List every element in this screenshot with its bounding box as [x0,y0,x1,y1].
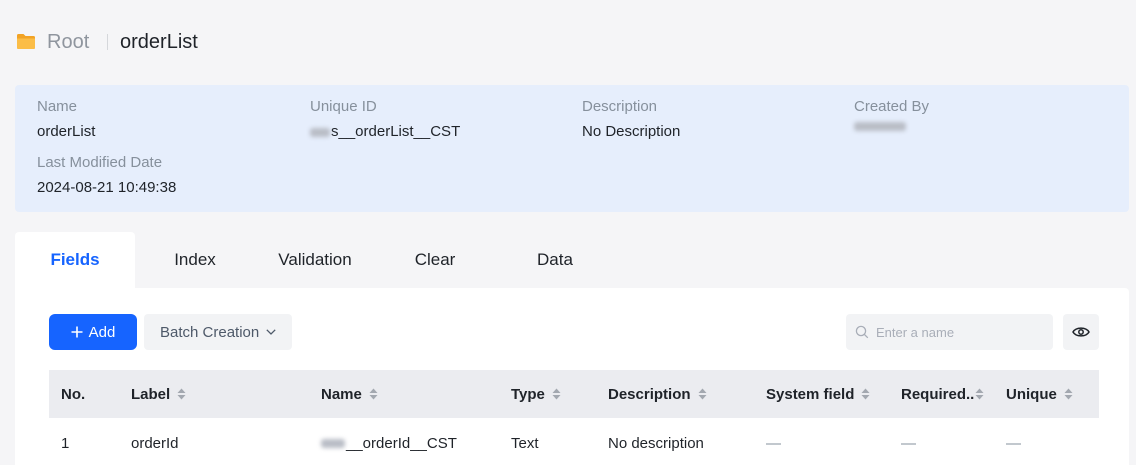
column-header-text: Label [131,385,171,403]
row-name: __orderId__CST [321,418,457,465]
tab-validation[interactable]: Validation [255,232,375,288]
eye-icon [1072,326,1090,338]
search-box [846,314,1053,350]
row-description: No description [608,434,704,452]
last-modified-value: 2024-08-21 10:49:38 [37,179,177,196]
plus-icon [71,326,83,338]
sort-icon[interactable] [552,388,561,400]
column-header-description[interactable]: Description [608,370,707,418]
column-header-name[interactable]: Name [321,370,378,418]
unique-id-value: s__orderList__CST [310,122,460,142]
row-unique: — [1006,434,1021,452]
tab-data[interactable]: Data [495,232,615,288]
redacted-text [310,127,330,137]
add-button-label: Add [88,323,116,341]
row-type: Text [511,434,539,452]
sort-icon[interactable] [698,388,707,400]
chevron-down-icon [266,329,276,335]
column-header-required[interactable]: Required.. [901,370,984,418]
tab-index[interactable]: Index [135,232,255,288]
breadcrumb-root[interactable]: Root [47,29,89,55]
column-header-text: Name [321,385,362,403]
name-value: orderList [37,123,96,140]
unique-id-text: s__orderList__CST [331,123,461,140]
fields-panel: Add Batch Creation No. Label Name [15,288,1129,465]
sort-icon[interactable] [1064,388,1073,400]
column-header-system-field[interactable]: System field [766,370,870,418]
table-header: No. Label Name Type Description System f… [49,370,1099,418]
description-value: No Description [582,123,681,140]
column-header-text: Description [608,385,691,403]
breadcrumb: Root orderList [0,0,260,70]
column-visibility-button[interactable] [1063,314,1099,350]
batch-creation-button[interactable]: Batch Creation [144,314,292,350]
created-by-label: Created By [854,98,930,115]
redacted-text [854,122,906,131]
sort-icon[interactable] [861,388,870,400]
table-row[interactable]: 1 orderId __orderId__CST Text No descrip… [49,418,1099,465]
tab-bar: Fields Index Validation Clear Data [15,232,615,288]
description-label: Description [582,98,658,115]
breadcrumb-divider [107,34,108,50]
column-header-text: Type [511,385,545,403]
folder-icon [16,33,36,50]
add-button[interactable]: Add [49,314,137,350]
row-name-text: __orderId__CST [346,434,457,452]
tab-clear[interactable]: Clear [375,232,495,288]
sort-icon[interactable] [369,388,378,400]
search-input[interactable] [876,317,1046,347]
batch-creation-label: Batch Creation [160,323,260,341]
unique-id-label: Unique ID [310,98,377,115]
name-label: Name [37,98,78,115]
redacted-text [321,438,345,448]
column-header-label: No. [61,385,86,403]
column-header-text: System field [766,385,855,403]
column-header-type[interactable]: Type [511,370,561,418]
search-icon [855,325,869,339]
row-label: orderId [131,434,179,452]
row-number: 1 [61,434,70,452]
sort-icon[interactable] [975,388,984,400]
column-header-text: Required.. [901,385,975,403]
last-modified-label: Last Modified Date [37,154,163,171]
created-by-value [854,122,906,131]
fields-table: No. Label Name Type Description System f… [49,370,1099,465]
column-header-no: No. [61,370,85,418]
row-required: — [901,434,916,452]
tab-fields[interactable]: Fields [15,232,135,288]
object-info-panel: Name orderList Unique ID s__orderList__C… [15,85,1129,212]
column-header-unique[interactable]: Unique [1006,370,1073,418]
column-header-text: Unique [1006,385,1057,403]
row-system-field: — [766,434,781,452]
column-header-label[interactable]: Label [131,370,186,418]
page-title: orderList [120,31,198,53]
sort-icon[interactable] [177,388,186,400]
